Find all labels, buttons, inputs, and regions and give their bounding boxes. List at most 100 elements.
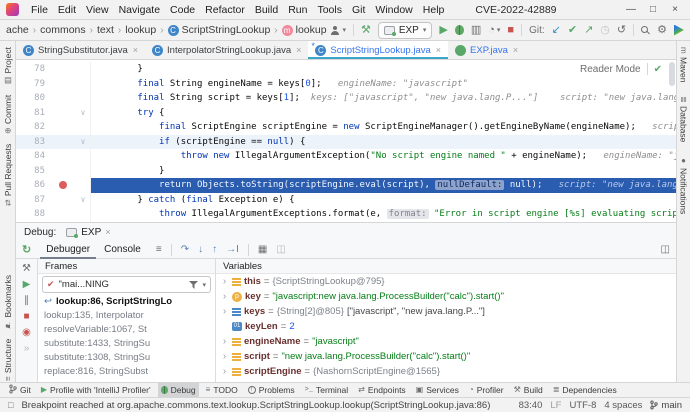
gutter-icon-area[interactable]	[50, 178, 76, 193]
rerun-icon[interactable]: ↻	[22, 243, 31, 256]
user-account-button[interactable]: ▾	[330, 25, 346, 35]
stop-icon[interactable]: ■	[23, 312, 29, 322]
fold-marker-icon[interactable]: ∨	[76, 106, 90, 121]
code-line-85[interactable]: 85 }	[16, 163, 676, 179]
tool-window-button-bookmarks[interactable]: ⚑ Bookmarks	[3, 275, 13, 330]
close-icon[interactable]: ×	[133, 45, 138, 55]
code-line-79[interactable]: 79 final String engineName = keys[0]; en…	[16, 76, 676, 92]
gutter-icon-area[interactable]	[50, 149, 76, 164]
breadcrumb-item-scriptstringlookup[interactable]: C ScriptStringLookup	[167, 24, 270, 36]
breadcrumb-item-lookup[interactable]: m lookup	[281, 24, 327, 36]
variable-row-keyLen[interactable]: 01 keyLen = 2	[216, 319, 676, 334]
tab-ScriptStringLookup.java[interactable]: C * ScriptStringLookup.java ×	[308, 41, 449, 59]
close-icon[interactable]: ×	[296, 45, 301, 55]
breadcrumb-item-lookup[interactable]: lookup	[125, 24, 156, 36]
inspections-ok-icon[interactable]: ✔	[654, 64, 662, 75]
variable-row-scriptEngine[interactable]: › scriptEngine = {NashornScriptEngine@1565}	[216, 364, 676, 379]
menu-build[interactable]: Build	[250, 4, 283, 16]
step-over-icon[interactable]: ↷	[181, 244, 189, 255]
layout-grid-icon[interactable]: ◫	[276, 244, 285, 255]
tool-button-git[interactable]: Git	[6, 383, 34, 397]
expand-chevron-icon[interactable]: ›	[220, 306, 229, 317]
gutter-icon-area[interactable]	[50, 207, 76, 222]
gutter-icon-area[interactable]	[50, 164, 76, 179]
fold-marker-icon[interactable]: ∨	[76, 193, 90, 208]
frame-row[interactable]: substitute:1308, StringSu	[38, 351, 215, 365]
close-icon[interactable]: ×	[105, 227, 110, 237]
step-into-icon[interactable]: ↓	[198, 244, 203, 255]
menu-code[interactable]: Code	[165, 4, 200, 16]
close-button[interactable]: ×	[664, 4, 686, 15]
breadcrumb-item-ache[interactable]: ache	[6, 24, 29, 36]
tool-window-button-pull-requests[interactable]: ⇄ Pull Requests	[3, 144, 13, 206]
menu-help[interactable]: Help	[418, 4, 450, 16]
gutter-icon-area[interactable]	[50, 62, 76, 77]
reader-mode-toggle[interactable]: Reader Mode	[580, 64, 641, 75]
menu-tools[interactable]: Tools	[312, 4, 347, 16]
gutter-icon-area[interactable]	[50, 135, 76, 150]
code-line-82[interactable]: 82 final ScriptEngine scriptEngine = new…	[16, 120, 676, 135]
gutter-icon-area[interactable]	[50, 193, 76, 208]
breadcrumb-item-text[interactable]: text	[97, 24, 114, 36]
git-update-button[interactable]: ↙	[552, 24, 561, 36]
settings-wrench-icon[interactable]: ⚒	[22, 264, 31, 274]
expand-chevron-icon[interactable]: ›	[220, 336, 229, 347]
frame-row[interactable]: lookup:135, Interpolator	[38, 309, 215, 323]
git-branch-indicator[interactable]: main	[650, 400, 682, 411]
restore-button[interactable]: □	[642, 4, 664, 15]
variable-row-this[interactable]: › this = {ScriptStringLookup@795}	[216, 274, 676, 289]
file-encoding[interactable]: UTF-8	[569, 400, 596, 411]
tool-button-terminal[interactable]: >_ Terminal	[302, 383, 352, 397]
tab-EXP.java[interactable]: C EXP.java ×	[448, 41, 525, 59]
variable-row-script[interactable]: › script = "new java.lang.ProcessBuilder("c…	[216, 349, 676, 364]
git-push-button[interactable]: ↗	[584, 24, 593, 36]
tool-window-button-structure[interactable]: ≡ Structure	[3, 339, 13, 381]
menu-window[interactable]: Window	[370, 4, 417, 16]
step-out-icon[interactable]: ↑	[212, 244, 217, 255]
run-with-coverage-button[interactable]: ▥	[471, 24, 481, 36]
fold-marker-icon[interactable]: ∨	[76, 135, 90, 150]
history-button[interactable]: ◷	[600, 24, 610, 36]
variable-row-key[interactable]: › p key = "javascript:new java.lang.ProcessB…	[216, 289, 676, 304]
code-line-86[interactable]: 86 return Objects.toString(scriptEngine.…	[16, 178, 676, 193]
indent-setting[interactable]: 4 spaces	[604, 400, 642, 411]
tool-window-button-database[interactable]: ≣ Database	[679, 96, 689, 142]
tool-button-profiler[interactable]: ◔ Profiler	[466, 383, 507, 397]
rollback-button[interactable]: ↺	[617, 24, 626, 36]
frame-row[interactable]: resolveVariable:1067, St	[38, 323, 215, 337]
tool-window-button-commit[interactable]: ⊕ Commit	[3, 95, 13, 134]
settings-gear-icon[interactable]: ⚙	[657, 24, 667, 36]
tool-button-todo[interactable]: ≡ TODO	[203, 383, 241, 397]
thread-selector[interactable]: ✔ "mai...NING ▾	[42, 276, 211, 293]
code-line-87[interactable]: 87 ∨ } catch (final Exception e) {	[16, 192, 676, 208]
tab-InterpolatorStringLookup.java[interactable]: C InterpolatorStringLookup.java ×	[145, 41, 308, 59]
tool-button-endpoints[interactable]: ⇄ Endpoints	[355, 383, 409, 397]
editor[interactable]: 78 } 79 final String engineName = keys[0]…	[16, 60, 676, 222]
minimize-button[interactable]: —	[620, 4, 642, 15]
run-button[interactable]: ▶	[439, 24, 447, 36]
tab-debugger[interactable]: Debugger	[40, 241, 96, 259]
run-config-selector[interactable]: EXP ▾	[377, 21, 433, 39]
tool-window-button-notifications[interactable]: ● Notifications	[679, 156, 689, 214]
tool-button-build[interactable]: ⚒ Build	[511, 383, 546, 397]
code-line-84[interactable]: 84 throw new IllegalArgumentException("N…	[16, 149, 676, 164]
code-line-88[interactable]: 88 throw IllegalArgumentExceptions.forma…	[16, 207, 676, 222]
close-icon[interactable]: ×	[436, 45, 441, 55]
menu-git[interactable]: Git	[347, 4, 370, 16]
tool-window-button-project[interactable]: ▤ Project	[3, 47, 13, 85]
expand-chevron-icon[interactable]: ›	[220, 366, 229, 377]
caret-position[interactable]: 83:40	[519, 400, 543, 411]
code-line-81[interactable]: 81 ∨ try {	[16, 105, 676, 121]
debug-button[interactable]	[454, 25, 464, 35]
evaluate-expression-icon[interactable]: ▦	[258, 244, 267, 255]
frame-row[interactable]: ↩ lookup:86, ScriptStringLo	[38, 295, 215, 309]
tool-button-dependencies[interactable]: ≣ Dependencies	[550, 383, 620, 397]
restore-layout-icon[interactable]: ◫	[661, 244, 670, 255]
build-hammer-icon[interactable]: ⚒	[361, 24, 371, 36]
gutter-icon-area[interactable]	[50, 91, 76, 106]
gutter-icon-area[interactable]	[50, 77, 76, 92]
frame-row[interactable]: replace:816, StringSubst	[38, 365, 215, 379]
menu-view[interactable]: View	[81, 4, 114, 16]
profile-button[interactable]: ◔ ▾	[488, 24, 500, 36]
frame-row[interactable]: substitute:1433, StringSu	[38, 337, 215, 351]
